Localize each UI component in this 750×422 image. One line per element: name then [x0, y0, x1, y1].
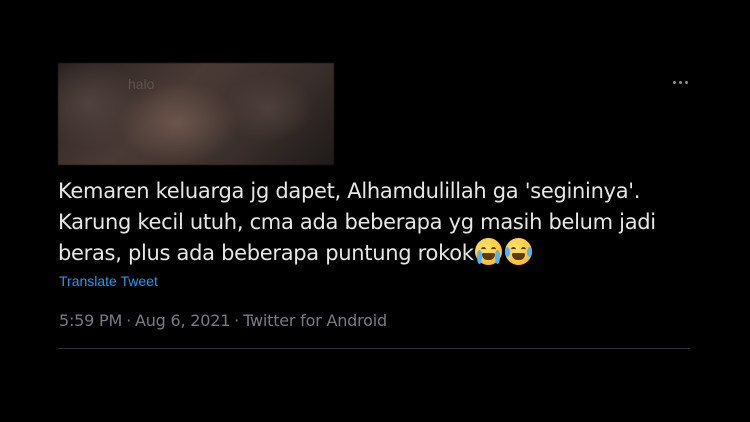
tweet-container: halo Kemaren keluarga jg dapet, Alhamdul…: [0, 0, 750, 422]
meta-separator: ·: [234, 311, 240, 330]
tweet-text-line: Karung kecil utuh, cma ada beberapa yg m…: [58, 210, 656, 234]
more-options-icon[interactable]: [668, 73, 692, 91]
blurred-user-header: [58, 63, 334, 165]
tweet-source: Twitter for Android: [243, 311, 387, 330]
loudly-crying-face-icon: [474, 238, 502, 265]
dot-icon: [678, 80, 682, 84]
tears-of-joy-face-icon: [504, 238, 532, 265]
tweet-metadata: 5:59 PM · Aug 6, 2021 · Twitter for Android: [59, 311, 387, 330]
tweet-text: Kemaren keluarga jg dapet, Alhamdulillah…: [58, 176, 718, 269]
blurred-username: halo: [128, 76, 155, 92]
dot-icon: [672, 80, 676, 84]
dot-icon: [684, 80, 688, 84]
meta-separator: ·: [126, 311, 131, 330]
tweet-date[interactable]: Aug 6, 2021: [135, 311, 230, 330]
translate-tweet-link[interactable]: Translate Tweet: [59, 273, 158, 289]
tweet-text-line: beras, plus ada beberapa puntung rokok: [58, 238, 718, 269]
tweet-text-segment: beras, plus ada beberapa puntung rokok: [58, 241, 474, 265]
tweet-time[interactable]: 5:59 PM: [59, 311, 122, 330]
tweet-text-line: Kemaren keluarga jg dapet, Alhamdulillah…: [58, 179, 641, 203]
divider: [58, 348, 690, 349]
